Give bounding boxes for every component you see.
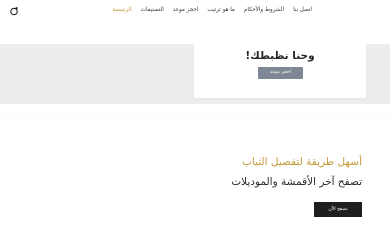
nav-item-how-it-works[interactable]: ما هو ترتيب: [207, 7, 234, 13]
logo-mark-icon[interactable]: [9, 6, 19, 16]
promo-title: وحنا نظبطك!: [245, 50, 315, 62]
site-header: الرئيسية التصنيفات احجز موعد ما هو ترتيب…: [0, 0, 390, 44]
nav-item-book-appointment[interactable]: احجز موعد: [173, 7, 199, 13]
nav-item-terms[interactable]: الشروط والأحكام: [244, 7, 284, 13]
book-appointment-button[interactable]: احجز موعد: [258, 67, 303, 79]
dot-pattern-divider: [0, 110, 390, 124]
main-nav: الرئيسية التصنيفات احجز موعد ما هو ترتيب…: [113, 7, 313, 13]
promo-card: وحنا نظبطك! احجز موعد: [194, 44, 366, 98]
browse-now-button[interactable]: تصفح الآن: [314, 202, 362, 217]
nav-item-categories[interactable]: التصنيفات: [141, 7, 164, 13]
intro-subline: تصفح آخر الأقمشة والموديلات: [231, 176, 362, 188]
intro-tagline: أسهل طريقة لتفصيل الثياب: [242, 156, 362, 168]
intro-section: أسهل طريقة لتفصيل الثياب تصفح آخر الأقمش…: [0, 104, 390, 240]
hero-band: وحنا نظبطك! احجز موعد: [0, 44, 390, 104]
nav-item-home[interactable]: الرئيسية: [113, 7, 132, 13]
nav-item-contact[interactable]: اتصل بنا: [293, 7, 312, 13]
